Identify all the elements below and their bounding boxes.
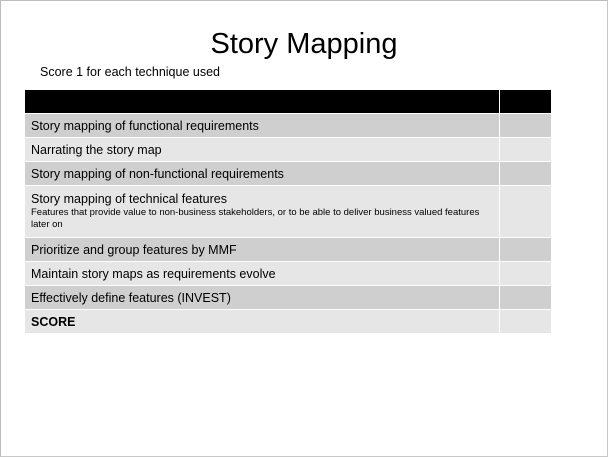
score-total-label: SCORE (25, 309, 499, 334)
table-row: Narrating the story map (25, 137, 551, 162)
slide: Story Mapping Score 1 for each technique… (0, 0, 608, 457)
technique-cell: Story mapping of technical features Feat… (25, 185, 499, 238)
technique-detail: Features that provide value to non-busin… (31, 207, 480, 230)
scoring-table: Story mapping of functional requirements… (25, 90, 551, 334)
table-header-row (25, 90, 551, 114)
technique-label: Narrating the story map (25, 137, 499, 162)
technique-label: Story mapping of functional requirements (25, 113, 499, 138)
technique-label: Effectively define features (INVEST) (25, 285, 499, 310)
score-cell[interactable] (498, 161, 551, 186)
header-technique-cell (25, 90, 499, 114)
table-row: Story mapping of technical features Feat… (25, 185, 551, 238)
table-row: Maintain story maps as requirements evol… (25, 261, 551, 286)
score-cell[interactable] (498, 237, 551, 262)
table-row: Story mapping of functional requirements (25, 113, 551, 138)
table-row: Story mapping of non-functional requirem… (25, 161, 551, 186)
score-total-cell[interactable] (498, 309, 551, 334)
technique-label: Prioritize and group features by MMF (25, 237, 499, 262)
header-score-cell (498, 90, 551, 114)
slide-subtitle: Score 1 for each technique used (40, 65, 220, 79)
score-cell[interactable] (498, 261, 551, 286)
score-total-row: SCORE (25, 309, 551, 334)
score-cell[interactable] (498, 113, 551, 138)
technique-label: Story mapping of technical features (31, 192, 227, 206)
technique-label: Story mapping of non-functional requirem… (25, 161, 499, 186)
score-cell[interactable] (498, 185, 551, 238)
table-row: Effectively define features (INVEST) (25, 285, 551, 310)
table-row: Prioritize and group features by MMF (25, 237, 551, 262)
technique-label: Maintain story maps as requirements evol… (25, 261, 499, 286)
slide-title: Story Mapping (210, 28, 398, 60)
score-cell[interactable] (498, 137, 551, 162)
score-cell[interactable] (498, 285, 551, 310)
